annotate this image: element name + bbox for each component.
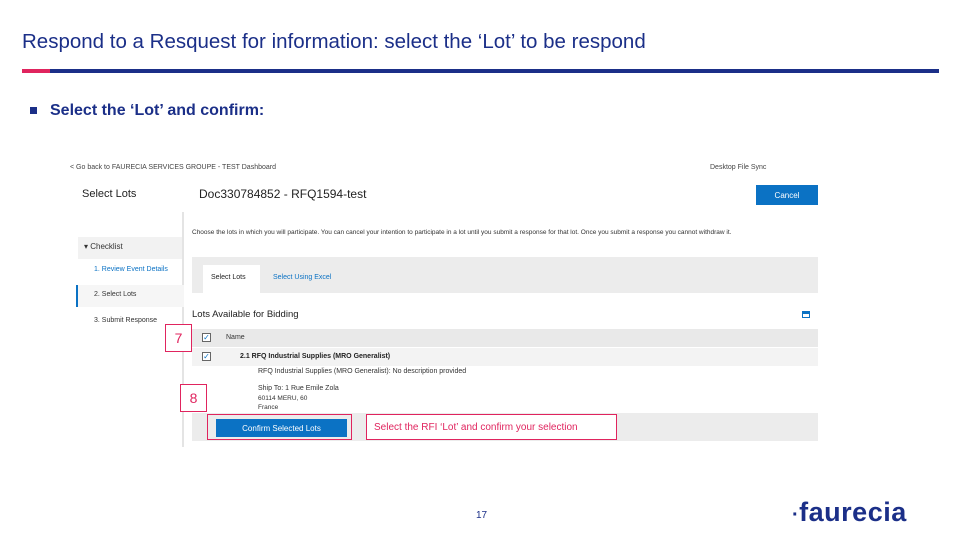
checklist-step-submit-response[interactable]: 3. Submit Response (94, 317, 157, 324)
bullet-marker (30, 107, 37, 114)
bullet-text: Select the ‘Lot’ and confirm: (50, 102, 265, 119)
tab-select-lots[interactable]: Select Lots (203, 265, 260, 293)
back-to-dashboard-link[interactable]: < Go back to FAURECIA SERVICES GROUPE - … (70, 164, 276, 171)
cancel-button[interactable]: Cancel (756, 185, 818, 205)
table-header (192, 329, 818, 347)
desktop-file-sync-link[interactable]: Desktop File Sync (710, 164, 766, 171)
ship-to-line-2: 60114 MERU, 60 (258, 395, 308, 402)
lots-section-title: Lots Available for Bidding (192, 309, 299, 320)
lot-description: RFQ Industrial Supplies (MRO Generalist)… (258, 368, 467, 375)
checklist-header[interactable]: ▾ Checklist (78, 237, 182, 259)
ship-to-line-3: France (258, 404, 279, 411)
instruction-text: Choose the lots in which you will partic… (192, 229, 732, 236)
document-title: Doc330784852 - RFQ1594-test (199, 187, 367, 201)
checklist-label: ▾ Checklist (84, 242, 123, 251)
ship-to-line-1: Ship To: 1 Rue Emile Zola (258, 385, 339, 392)
logo-text: faurecia (799, 497, 907, 527)
lot-name[interactable]: 2.1 RFQ Industrial Supplies (MRO General… (240, 353, 390, 360)
faurecia-logo: ·faurecia (792, 497, 907, 527)
checklist-step-select-lots[interactable]: 2. Select Lots (94, 291, 136, 298)
step-badge-7: 7 (165, 324, 192, 352)
checklist-step-review-event-details[interactable]: 1. Review Event Details (94, 266, 168, 273)
step-badge-8: 8 (180, 384, 207, 412)
page-number: 17 (476, 510, 488, 521)
tab-select-using-excel[interactable]: Select Using Excel (273, 274, 331, 281)
column-header-name[interactable]: Name (226, 334, 245, 341)
tab-select-lots-label: Select Lots (211, 274, 246, 281)
page-heading: Select Lots (82, 188, 137, 200)
title-rule (50, 69, 939, 73)
table-options-icon[interactable] (802, 311, 810, 318)
title-rule-accent (22, 69, 50, 73)
callout-text: Select the RFI ‘Lot’ and confirm your se… (366, 414, 617, 440)
confirm-highlight-box (207, 414, 352, 440)
select-all-checkbox[interactable]: ✓ (202, 333, 211, 342)
slide-title: Respond to a Resquest for information: s… (22, 30, 646, 53)
lot-row-checkbox[interactable]: ✓ (202, 352, 211, 361)
